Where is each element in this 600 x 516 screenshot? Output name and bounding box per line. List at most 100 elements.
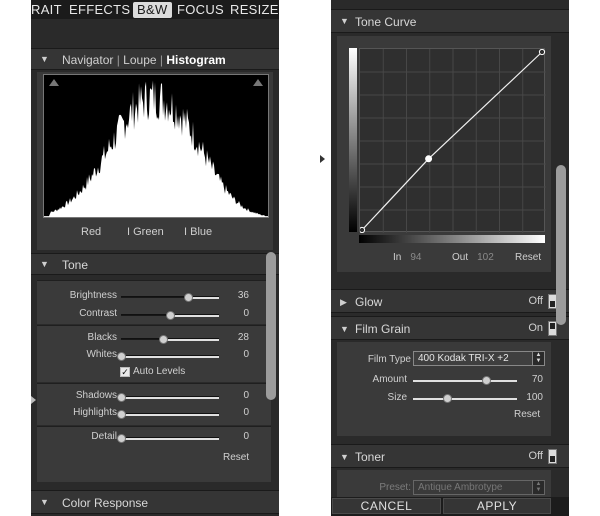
whites-slider-track[interactable] <box>117 352 219 361</box>
blacks-slider-track[interactable] <box>121 335 219 344</box>
tab-portrait[interactable]: RAIT <box>31 2 62 18</box>
shadow-clipping-warning-icon[interactable] <box>49 79 59 86</box>
highlights-slider-knob[interactable] <box>117 410 126 419</box>
collapse-triangle-icon[interactable]: ▼ <box>340 324 349 334</box>
film-type-value: 400 Kodak TRI-X +2 <box>418 353 509 364</box>
curve-control-point[interactable] <box>358 226 366 234</box>
tone-curve-editor[interactable] <box>358 48 546 234</box>
contrast-slider-track[interactable] <box>121 311 219 320</box>
channel-red[interactable]: Red <box>81 226 101 238</box>
histogram-shape <box>44 80 268 217</box>
collapse-triangle-icon[interactable]: ▼ <box>340 16 349 26</box>
film-grain-toggle-switch[interactable] <box>548 321 557 336</box>
film-grain-reset-button[interactable]: Reset <box>514 409 540 420</box>
film-type-select[interactable]: 400 Kodak TRI-X +2 ▲ ▼ <box>413 351 545 366</box>
highlight-clipping-warning-icon[interactable] <box>253 79 263 86</box>
loupe-view-link[interactable]: Loupe <box>123 53 156 67</box>
curve-control-point[interactable] <box>425 155 433 163</box>
brightness-slider-track[interactable] <box>121 293 219 302</box>
amount-slider-knob[interactable] <box>481 376 491 385</box>
left-panel-scrollbar[interactable] <box>266 252 276 400</box>
cancel-button[interactable]: CANCEL <box>332 498 441 514</box>
toner-preset-label: Preset: <box>379 482 411 493</box>
module-tabs: RAIT EFFECTS B&W FOCUS RESIZE <box>31 0 279 19</box>
expand-triangle-icon[interactable]: ▶ <box>340 297 347 308</box>
amount-slider-track[interactable] <box>413 376 517 385</box>
brightness-value: 36 <box>237 290 249 301</box>
checkmark-icon[interactable]: ✓ <box>120 367 130 377</box>
blacks-slider-row: Blacks 28 <box>37 332 271 346</box>
tab-bw[interactable]: B&W <box>133 2 172 18</box>
tab-effects[interactable]: EFFECTS <box>69 2 130 18</box>
in-value: 94 <box>410 252 422 263</box>
toner-preset-select[interactable]: Antique Ambrotype ▲ ▼ <box>413 480 545 495</box>
whites-slider-fill <box>121 356 219 358</box>
histogram-panel: Red I Green I Blue <box>37 72 273 250</box>
highlights-slider-track[interactable] <box>117 410 219 419</box>
amount-value: 70 <box>531 374 543 385</box>
tone-curve-graph[interactable] <box>358 48 546 234</box>
curve-control-point[interactable] <box>538 48 546 56</box>
whites-slider-knob[interactable] <box>117 352 126 361</box>
curve-output-readout: Out 102 <box>452 252 494 263</box>
detail-slider-knob[interactable] <box>117 434 126 443</box>
tone-curve-title: Tone Curve <box>355 15 417 29</box>
detail-slider-fill <box>121 438 219 440</box>
highlights-label: Highlights <box>73 407 117 418</box>
channel-blue[interactable]: I Blue <box>184 226 212 238</box>
collapse-triangle-icon[interactable]: ▼ <box>40 259 49 269</box>
shadows-slider-fill <box>121 397 219 399</box>
channel-green[interactable]: I Green <box>127 226 164 238</box>
input-gradient-bar <box>359 235 545 243</box>
size-slider-track[interactable] <box>413 394 517 403</box>
right-panel-scrollbar[interactable] <box>556 165 566 325</box>
glow-section-header[interactable]: ▶ Glow Off <box>331 289 569 313</box>
toner-toggle-switch[interactable] <box>548 449 557 464</box>
size-label: Size <box>387 392 407 403</box>
auto-levels-checkbox[interactable]: ✓ Auto Levels <box>120 366 185 377</box>
glow-toggle-state: Off <box>528 295 543 307</box>
blacks-slider-knob[interactable] <box>159 335 169 344</box>
whites-value: 0 <box>243 349 249 360</box>
toner-preset-value: Antique Ambrotype <box>418 482 503 493</box>
tone-curve-reset-button[interactable]: Reset <box>515 252 541 263</box>
highlights-slider-fill <box>121 414 219 416</box>
tone-curve-section-header[interactable]: ▼ Tone Curve <box>331 9 569 33</box>
tone-reset-button[interactable]: Reset <box>223 452 249 463</box>
color-response-section-header[interactable]: ▼ Color Response <box>31 490 279 514</box>
navigator-view-link[interactable]: Navigator <box>62 53 113 67</box>
select-arrows-icon: ▲ ▼ <box>532 481 544 494</box>
blacks-slider-fill <box>163 339 219 341</box>
blacks-label: Blacks <box>87 332 117 343</box>
contrast-value: 0 <box>243 308 249 319</box>
toner-section-header[interactable]: ▼ Toner Off <box>331 444 569 468</box>
view-separator: | <box>116 53 120 67</box>
output-gradient-bar <box>349 48 357 232</box>
panel-expand-arrow-icon[interactable] <box>31 396 36 404</box>
out-value: 102 <box>477 252 494 263</box>
glow-title: Glow <box>355 295 383 309</box>
whites-label: Whites <box>86 349 117 360</box>
film-grain-section-header[interactable]: ▼ Film Grain On <box>331 316 569 340</box>
tab-resize[interactable]: RESIZE <box>230 2 279 18</box>
shadows-slider-knob[interactable] <box>117 393 126 402</box>
toner-panel: Preset: Antique Ambrotype ▲ ▼ <box>337 470 551 498</box>
histogram-view-link[interactable]: Histogram <box>166 53 225 67</box>
toner-title: Toner <box>355 450 386 464</box>
shadows-slider-track[interactable] <box>117 393 219 402</box>
contrast-slider-knob[interactable] <box>166 311 175 320</box>
tone-section-header[interactable]: ▼ Tone <box>31 253 279 275</box>
collapse-triangle-icon[interactable]: ▼ <box>340 452 349 462</box>
brightness-slider-knob[interactable] <box>183 293 193 302</box>
collapse-triangle-icon[interactable]: ▼ <box>40 54 49 64</box>
size-slider-knob[interactable] <box>443 394 453 403</box>
apply-button[interactable]: APPLY <box>443 498 551 514</box>
film-grain-toggle-state: On <box>528 322 543 334</box>
detail-slider-track[interactable] <box>117 434 219 443</box>
panel-expand-arrow-icon[interactable] <box>320 155 325 163</box>
collapse-triangle-icon[interactable]: ▼ <box>40 497 49 507</box>
brightness-slider-row: Brightness 36 <box>37 290 271 304</box>
detail-group: Detail 0 Reset <box>37 426 271 482</box>
tab-focus[interactable]: FOCUS <box>177 2 224 18</box>
navigator-section-header[interactable]: ▼ Navigator | Loupe | Histogram <box>31 48 279 70</box>
